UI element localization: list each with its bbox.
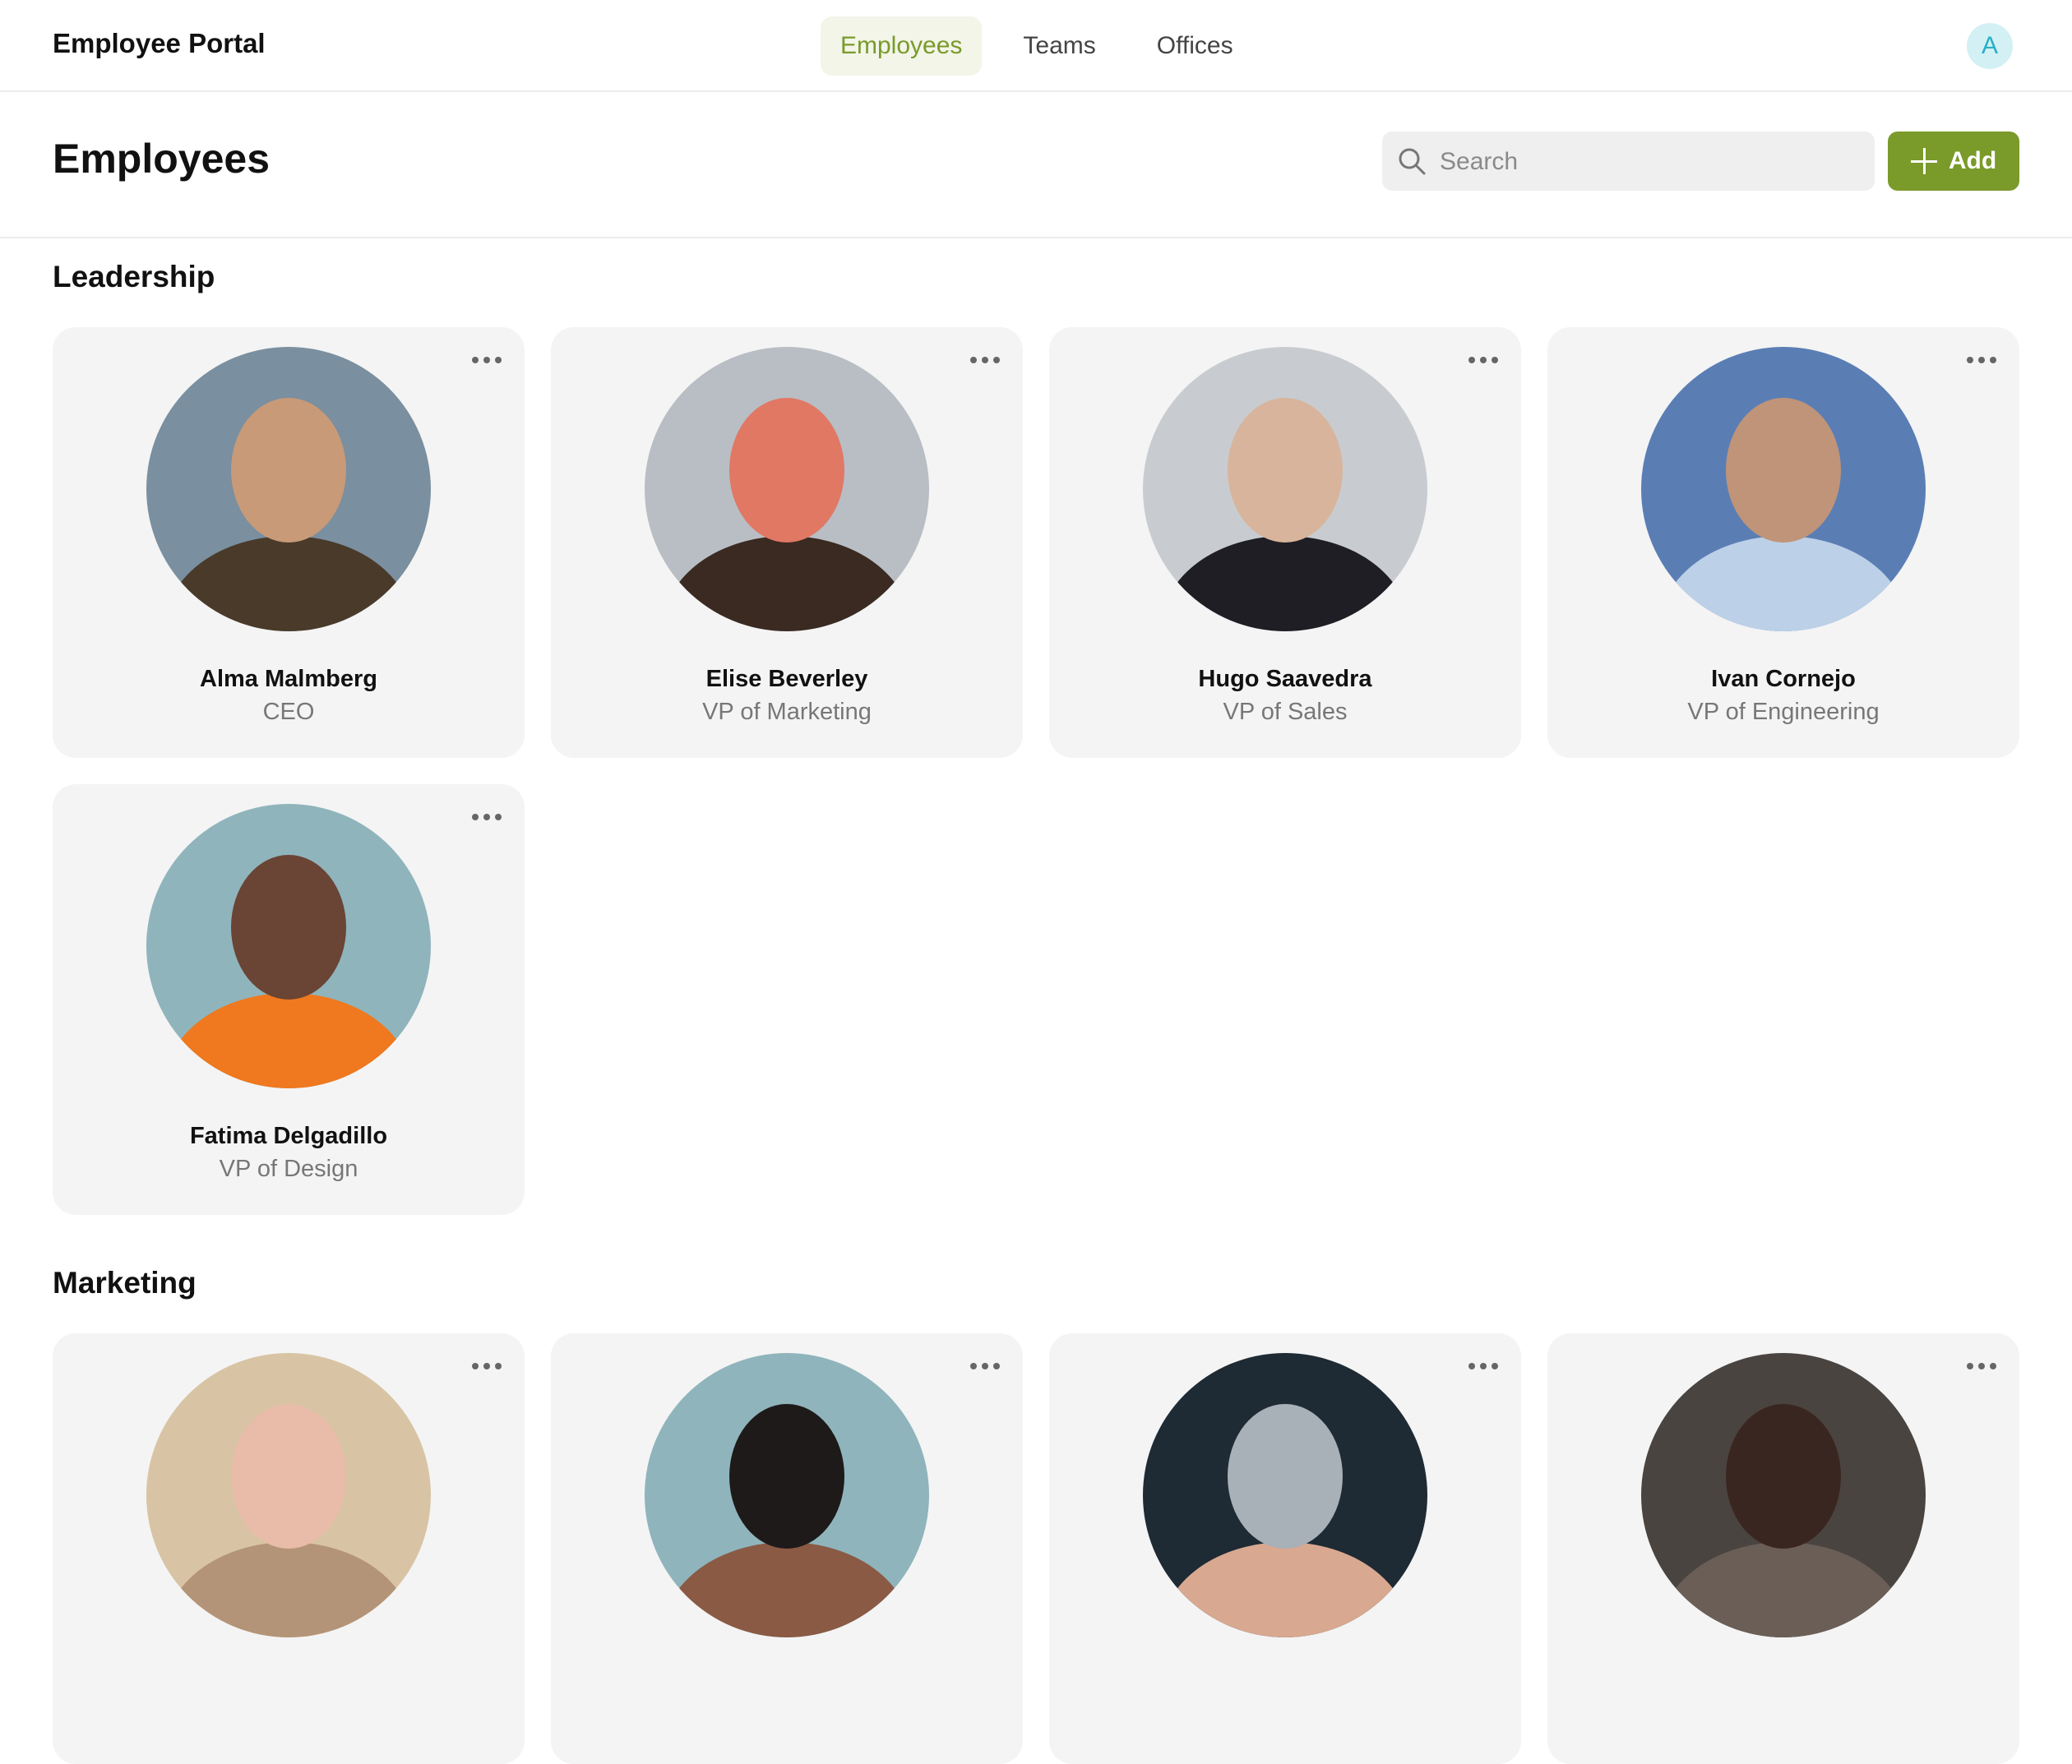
employee-photo (1641, 347, 1926, 631)
search-field[interactable] (1382, 132, 1875, 192)
employee-role: VP of Design (219, 1156, 358, 1182)
main-nav: Employees Teams Offices (821, 16, 1274, 76)
nav-tab-employees[interactable]: Employees (821, 16, 983, 76)
employee-card[interactable] (1049, 1333, 1521, 1764)
employee-card[interactable]: Elise Beverley VP of Marketing (551, 327, 1023, 758)
employee-photo (146, 1353, 431, 1637)
employee-role: VP of Engineering (1687, 699, 1880, 725)
nav-tab-offices[interactable]: Offices (1137, 16, 1253, 76)
plus-icon (1910, 148, 1937, 174)
employee-card[interactable]: Ivan Cornejo VP of Engineering (1547, 327, 2019, 758)
more-options-icon[interactable] (472, 1358, 502, 1374)
app-logo-title[interactable]: Employee Portal (53, 28, 266, 59)
employee-name: Elise Beverley (705, 666, 868, 692)
employee-photo (146, 347, 431, 631)
employee-card[interactable] (1547, 1333, 2019, 1764)
section-title-leadership: Leadership (53, 260, 215, 293)
employee-name: Hugo Saavedra (1198, 666, 1372, 692)
search-input[interactable] (1438, 132, 1869, 192)
employee-card[interactable]: Fatima Delgadillo VP of Design (53, 784, 525, 1215)
more-options-icon[interactable] (1967, 1358, 1996, 1374)
employee-photo (146, 804, 431, 1088)
top-navigation-bar: Employee Portal Employees Teams Offices … (0, 0, 2072, 92)
employee-card[interactable] (53, 1333, 525, 1764)
employee-card[interactable] (551, 1333, 1023, 1764)
add-employee-button[interactable]: Add (1888, 132, 2019, 191)
add-button-label: Add (1948, 147, 1997, 174)
nav-tab-teams[interactable]: Teams (1003, 16, 1115, 76)
employee-role: VP of Marketing (702, 699, 872, 725)
section-title-marketing: Marketing (53, 1266, 197, 1300)
more-options-icon[interactable] (472, 809, 502, 825)
more-options-icon[interactable] (1468, 352, 1498, 368)
more-options-icon[interactable] (970, 352, 1000, 368)
employee-role: CEO (262, 699, 315, 725)
employee-role: VP of Sales (1223, 699, 1348, 725)
employee-photo (645, 1353, 929, 1637)
search-icon (1399, 148, 1426, 175)
employee-name: Alma Malmberg (200, 666, 377, 692)
employee-photo (645, 347, 929, 631)
page-title: Employees (53, 136, 271, 182)
employee-name: Fatima Delgadillo (189, 1123, 388, 1149)
more-options-icon[interactable] (1468, 1358, 1498, 1374)
employee-card[interactable]: Alma Malmberg CEO (53, 327, 525, 758)
employee-name: Ivan Cornejo (1711, 666, 1856, 692)
more-options-icon[interactable] (472, 352, 502, 368)
employee-photo (1641, 1353, 1926, 1637)
page-header: Employees Add (0, 92, 2072, 238)
user-avatar[interactable]: A (1967, 23, 2013, 69)
employee-photo (1143, 1353, 1427, 1637)
more-options-icon[interactable] (970, 1358, 1000, 1374)
employee-photo (1143, 347, 1427, 631)
more-options-icon[interactable] (1967, 352, 1996, 368)
employee-card[interactable]: Hugo Saavedra VP of Sales (1049, 327, 1521, 758)
